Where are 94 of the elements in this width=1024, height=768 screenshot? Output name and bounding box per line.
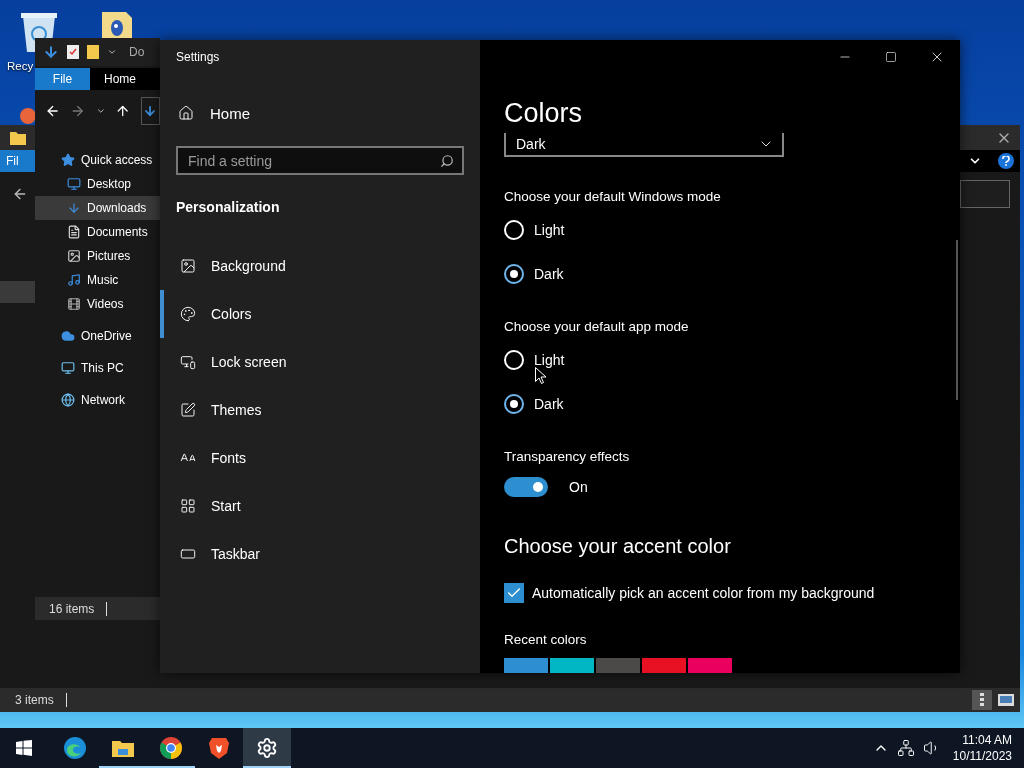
picture-icon [67,249,81,263]
palette-icon [180,306,196,322]
group-label: Recent colors [504,631,588,649]
tree-item[interactable]: Pictures [35,244,160,268]
taskbar-button[interactable] [243,728,291,768]
maximize-icon [885,51,897,63]
settings-icon [256,737,278,759]
group-label: Transparency effects [504,448,631,466]
color-swatch[interactable] [596,658,640,673]
computer-icon [61,361,75,375]
tree-item[interactable]: Videos [35,292,160,316]
group-label: Choose your default app mode [504,318,690,336]
home-link[interactable]: Home [176,96,464,130]
tree-item[interactable]: Quick access [35,148,160,172]
nav-item[interactable]: Colors [160,290,464,338]
search-field[interactable]: Find a setting [176,146,464,175]
checkbox[interactable] [504,583,524,603]
tree-item[interactable]: Music [35,268,160,292]
group-label: Choose your default Windows mode [504,188,722,206]
selected-row [0,281,35,303]
globe-icon [61,393,75,407]
radio-label[interactable]: Light [534,352,565,368]
nav-item[interactable]: Lock screen [160,338,464,386]
address-field[interactable] [140,97,160,125]
nav-item[interactable]: Fonts [160,434,464,482]
nav-item[interactable]: Start [160,482,464,530]
monitor-icon [67,177,81,191]
tree-item[interactable]: Desktop [35,172,160,196]
caret-icon[interactable] [95,106,106,116]
window-title: Settings [176,50,220,64]
color-swatch[interactable] [550,658,594,673]
screen-lock-icon [180,354,196,370]
download-icon [143,104,158,118]
color-swatch[interactable] [688,658,732,673]
desktop-icon-label: Recy [7,60,34,72]
window-title: Do [129,45,145,59]
wave-browser-icon [63,736,87,760]
cursor-icon [535,367,546,384]
film-icon [67,297,81,311]
app-icon [20,108,36,124]
document-icon [67,225,81,239]
status-text: 3 items [15,693,54,707]
toggle-state: On [569,479,588,495]
scrollbar[interactable] [956,240,958,400]
color-swatch[interactable] [642,658,686,673]
back-arrow-icon[interactable] [45,103,61,119]
tree-item[interactable]: Network [35,388,160,412]
cloud-icon [61,329,75,343]
caret-icon[interactable] [107,47,117,57]
radio-button[interactable] [504,264,524,284]
details-view-icon[interactable] [972,690,992,710]
tree-item[interactable]: OneDrive [35,324,160,348]
checkbox-label[interactable]: Automatically pick an accent color from my background [532,585,875,601]
tree-item[interactable]: Documents [35,220,160,244]
star-icon [61,153,75,167]
radio-label[interactable]: Dark [534,266,564,282]
clock[interactable]: 11:04 AM 10/11/2023 [948,732,1012,764]
help-icon[interactable] [998,153,1014,169]
radio-label[interactable]: Light [534,222,565,238]
picture-frame-icon [180,258,196,274]
section-title: Personalization [176,199,280,215]
mode-dropdown[interactable]: Dark [504,133,784,157]
nav-item[interactable]: Background [160,242,464,290]
nav-item[interactable]: Themes [160,386,464,434]
toggle-switch[interactable] [504,477,548,497]
tree-item[interactable]: Downloads [35,196,160,220]
status-text: 16 items [49,601,95,616]
search-field[interactable] [960,180,1010,208]
download-icon [67,201,81,215]
ribbon-tab[interactable]: Fil [0,150,35,172]
section-heading: Choose your accent color [504,534,732,559]
home-icon [178,105,194,121]
radio-button[interactable] [504,394,524,414]
nav-item[interactable]: Taskbar [160,530,464,578]
search-icon [440,153,454,168]
bar-icon [180,546,196,562]
network-icon[interactable] [896,739,915,757]
music-note-icon [67,273,81,287]
tiles-icon [180,498,196,514]
shield-icon [209,736,229,760]
forward-arrow-icon[interactable] [70,103,86,119]
tree-item[interactable]: This PC [35,356,160,380]
checklist-icon[interactable] [67,45,79,59]
back-arrow-icon[interactable] [12,186,28,202]
download-icon[interactable] [43,44,59,60]
color-swatch[interactable] [504,658,548,673]
folder-icon [10,130,26,145]
pen-square-icon [180,402,196,418]
browser-icon [159,736,183,760]
ribbon-tab[interactable]: File [35,68,90,90]
page-title: Colors [504,97,584,130]
folder-icon [111,738,135,758]
radio-label[interactable]: Dark [534,396,564,412]
windows-logo-icon [16,740,32,756]
